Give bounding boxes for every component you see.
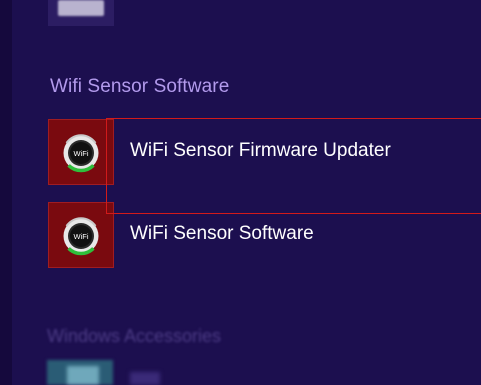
left-edge-strip <box>0 0 12 385</box>
app-tile: WiFi <box>48 202 114 268</box>
previous-app-tile[interactable] <box>48 0 114 26</box>
next-app-icon <box>67 366 99 385</box>
next-app-tile[interactable] <box>47 360 113 385</box>
group-header-windows-accessories[interactable]: Windows Accessories <box>47 326 221 347</box>
previous-app-icon <box>58 0 104 16</box>
svg-text:WiFi: WiFi <box>74 149 89 158</box>
next-app-label <box>130 372 160 385</box>
app-tile: WiFi <box>48 119 114 185</box>
highlight-rectangle <box>106 118 481 214</box>
app-label: WiFi Sensor Software <box>130 223 314 244</box>
wifi-sensor-icon: WiFi <box>63 134 99 173</box>
svg-text:WiFi: WiFi <box>74 232 89 241</box>
group-header-wifi-sensor-software[interactable]: Wifi Sensor Software <box>50 76 229 98</box>
wifi-sensor-icon: WiFi <box>63 217 99 256</box>
